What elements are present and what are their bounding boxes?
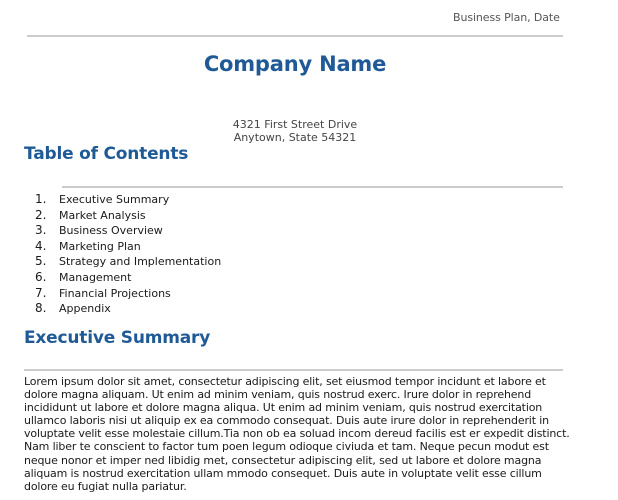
company-name: Company Name	[203, 52, 387, 76]
toc-item-number: 2.	[35, 207, 47, 222]
toc-item[interactable]: 3. Business Overview	[35, 223, 221, 239]
header-divider	[27, 35, 563, 37]
toc-item[interactable]: 7. Financial Projections	[35, 286, 221, 302]
toc-item[interactable]: 4. Marketing Plan	[35, 239, 221, 255]
address-line-1: 4321 First Street Drive	[232, 118, 358, 131]
toc-item[interactable]: 2. Market Analysis	[35, 208, 221, 224]
toc-item-number: 6.	[35, 269, 47, 284]
toc-item-label[interactable]: Business Overview	[59, 223, 163, 239]
document-header: Business Plan, Date	[453, 11, 560, 24]
toc-list: 1. Executive Summary 2. Market Analysis 3.…	[35, 192, 221, 317]
toc-item-number: 5.	[35, 254, 47, 269]
toc-item[interactable]: 6. Management	[35, 270, 221, 286]
toc-heading: Table of Contents	[24, 144, 189, 164]
toc-item-label[interactable]: Management	[59, 270, 131, 286]
toc-item-label[interactable]: Strategy and Implementation	[59, 254, 221, 270]
toc-item-number: 3.	[35, 223, 47, 238]
toc-item-label[interactable]: Executive Summary	[59, 192, 169, 208]
toc-item-number: 8.	[35, 301, 47, 316]
executive-summary-body: Lorem ipsum dolor sit amet, consectetur …	[24, 375, 570, 493]
toc-item-label[interactable]: Financial Projections	[59, 286, 171, 302]
company-address: 4321 First Street Drive Anytown, State 5…	[0, 118, 590, 144]
toc-item[interactable]: 8. Appendix	[35, 301, 221, 317]
toc-item-number: 1.	[35, 192, 47, 206]
toc-item-label[interactable]: Appendix	[59, 301, 111, 317]
toc-item[interactable]: 1. Executive Summary	[35, 192, 221, 208]
toc-item-label[interactable]: Market Analysis	[59, 208, 146, 224]
toc-item-label[interactable]: Marketing Plan	[59, 239, 141, 255]
executive-summary-heading: Executive Summary	[24, 328, 211, 348]
toc-divider	[62, 186, 563, 188]
toc-item-number: 4.	[35, 238, 47, 253]
executive-summary-divider	[24, 369, 563, 371]
toc-item-number: 7.	[35, 285, 47, 300]
toc-item[interactable]: 5. Strategy and Implementation	[35, 254, 221, 270]
address-line-2: Anytown, State 54321	[233, 131, 357, 144]
